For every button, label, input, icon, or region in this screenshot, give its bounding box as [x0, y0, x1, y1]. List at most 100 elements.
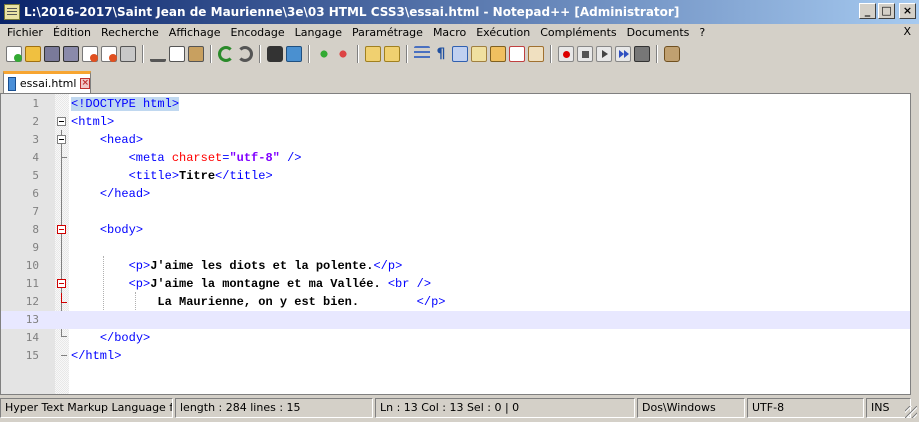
code-line: 6 </head> [1, 185, 910, 203]
status-encoding: UTF-8 [747, 398, 864, 418]
minimize-button[interactable]: _ [859, 3, 876, 19]
find-icon[interactable] [267, 46, 283, 62]
status-position: Ln : 13 Col : 13 Sel : 0 | 0 [375, 398, 635, 418]
menu-complements[interactable]: Compléments [535, 26, 621, 39]
menu-macro[interactable]: Macro [428, 26, 471, 39]
notepadpp-icon [4, 4, 20, 20]
maximize-button[interactable]: □ [878, 3, 895, 19]
menu-recherche[interactable]: Recherche [96, 26, 164, 39]
line-number: 9 [32, 241, 39, 254]
resize-grip[interactable] [905, 406, 917, 418]
doc-map-icon[interactable] [490, 46, 506, 62]
indent-guide-icon[interactable] [452, 46, 468, 62]
close-all-icon[interactable] [101, 46, 117, 62]
title-bar: L:\2016-2017\Saint Jean de Maurienne\3e\… [0, 0, 919, 24]
tab-bar: essai.html × [0, 69, 919, 93]
window-title: L:\2016-2017\Saint Jean de Maurienne\3e\… [24, 5, 680, 19]
run-macro-multiple-icon[interactable] [615, 46, 631, 62]
file-icon [8, 76, 16, 91]
close-button[interactable]: × [899, 3, 916, 19]
menu-affichage[interactable]: Affichage [164, 26, 226, 39]
menu-bar: Fichier Édition Recherche Affichage Enco… [0, 24, 919, 41]
replace-icon[interactable] [286, 46, 302, 62]
print-icon[interactable] [120, 46, 136, 62]
editor[interactable]: 1 <!DOCTYPE html> 2 <html> 3 <head> 4 <m… [0, 93, 911, 395]
tab-essai-html[interactable]: essai.html × [3, 71, 91, 93]
status-language: Hyper Text Markup Language file [0, 398, 173, 418]
line-number: 11 [25, 277, 39, 290]
copy-icon[interactable] [169, 46, 185, 62]
status-eol: Dos\Windows [637, 398, 745, 418]
code-line: 12 La Maurienne, on y est bien. </p> [1, 293, 910, 311]
toolbar-separator [142, 45, 144, 63]
toolbar-separator [656, 45, 658, 63]
menu-documents[interactable]: Documents [622, 26, 695, 39]
code-line: 2 <html> [1, 113, 910, 131]
play-macro-icon[interactable] [596, 46, 612, 62]
fold-toggle-icon[interactable] [57, 225, 66, 234]
code-line: 4 <meta charset="utf-8" /> [1, 149, 910, 167]
line-number: 3 [32, 133, 39, 146]
fold-toggle-icon[interactable] [57, 279, 66, 288]
word-wrap-icon[interactable] [414, 46, 430, 62]
code-line: 7 [1, 203, 910, 221]
line-number: 4 [32, 151, 39, 164]
paste-icon[interactable] [188, 46, 204, 62]
toolbar: ¶ [0, 42, 919, 66]
toolbar-separator [357, 45, 359, 63]
zoom-out-icon[interactable] [335, 46, 351, 62]
status-bar: Hyper Text Markup Language file length :… [0, 398, 919, 420]
record-macro-icon[interactable] [558, 46, 574, 62]
close-document-button[interactable]: X [903, 25, 911, 38]
menu-parametrage[interactable]: Paramétrage [347, 26, 428, 39]
open-file-icon[interactable] [25, 46, 41, 62]
code-line: 14 </body> [1, 329, 910, 347]
toolbar-separator [550, 45, 552, 63]
toolbar-separator [259, 45, 261, 63]
new-file-icon[interactable] [6, 46, 22, 62]
status-length: length : 284 lines : 15 [175, 398, 373, 418]
menu-execution[interactable]: Exécution [471, 26, 535, 39]
code-line: 3 <head> [1, 131, 910, 149]
tab-label: essai.html [19, 77, 77, 90]
function-list-icon[interactable] [509, 46, 525, 62]
line-number: 14 [25, 331, 39, 344]
tab-close-icon[interactable]: × [80, 78, 90, 89]
sync-horizontal-icon[interactable] [384, 46, 400, 62]
folder-workspace-icon[interactable] [528, 46, 544, 62]
show-all-chars-icon[interactable]: ¶ [433, 46, 449, 62]
menu-help[interactable]: ? [694, 26, 710, 39]
toolbar-separator [406, 45, 408, 63]
user-language-icon[interactable] [471, 46, 487, 62]
sync-vertical-icon[interactable] [365, 46, 381, 62]
line-number: 10 [25, 259, 39, 272]
undo-icon[interactable] [218, 46, 234, 62]
line-number: 5 [32, 169, 39, 182]
code-line: 8 <body> [1, 221, 910, 239]
plugin-icon[interactable] [664, 46, 680, 62]
line-number: 12 [25, 295, 39, 308]
toolbar-separator [308, 45, 310, 63]
toolbar-separator [210, 45, 212, 63]
code-line: 11 <p>J'aime la montagne et ma Vallée. <… [1, 275, 910, 293]
stop-macro-icon[interactable] [577, 46, 593, 62]
save-icon[interactable] [44, 46, 60, 62]
redo-icon[interactable] [237, 46, 253, 62]
menu-edition[interactable]: Édition [48, 26, 96, 39]
line-number: 1 [32, 97, 39, 110]
code-line: 5 <title>Titre</title> [1, 167, 910, 185]
save-macro-icon[interactable] [634, 46, 650, 62]
line-number: 13 [25, 313, 39, 326]
fold-toggle-icon[interactable] [57, 135, 66, 144]
menu-encodage[interactable]: Encodage [225, 26, 289, 39]
line-number: 7 [32, 205, 39, 218]
menu-langage[interactable]: Langage [290, 26, 347, 39]
fold-toggle-icon[interactable] [57, 117, 66, 126]
close-icon[interactable] [82, 46, 98, 62]
save-all-icon[interactable] [63, 46, 79, 62]
cut-icon[interactable] [150, 46, 166, 62]
zoom-in-icon[interactable] [316, 46, 332, 62]
menu-fichier[interactable]: Fichier [2, 26, 48, 39]
line-number: 2 [32, 115, 39, 128]
window-controls: _ □ × [859, 3, 916, 19]
